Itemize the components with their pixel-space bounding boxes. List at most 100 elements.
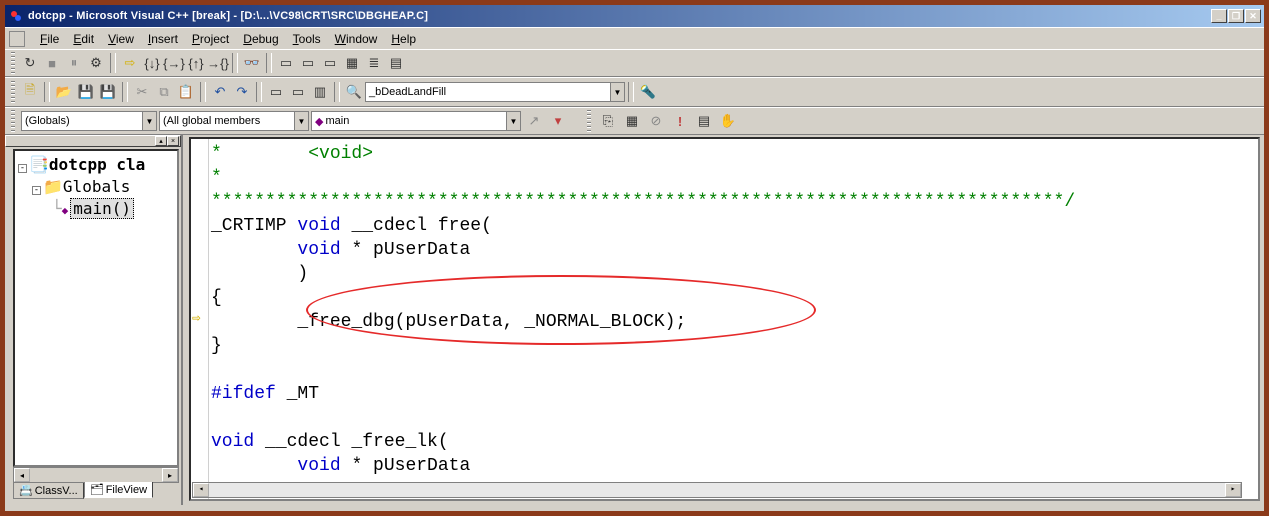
quickwatch-button[interactable]: 👓: [241, 52, 263, 74]
cut-button[interactable]: ✂: [131, 81, 153, 103]
dropdown-arrow-icon[interactable]: ▼: [610, 83, 624, 101]
member-icon: ◆: [315, 115, 323, 128]
tree-hscroll[interactable]: ◂ ▸: [13, 467, 179, 483]
editor-pane: ⇨ * <void> * ***************************…: [187, 135, 1264, 505]
tree-root[interactable]: -📑dotcpp cla: [18, 154, 177, 176]
break-button[interactable]: ⏸: [63, 52, 85, 74]
step-over-button[interactable]: {→}: [163, 52, 185, 74]
go-button[interactable]: ▤: [693, 110, 715, 132]
workspace-tabs: 📇ClassV... 🗂FileView: [13, 483, 179, 503]
menu-tools[interactable]: Tools: [286, 30, 328, 48]
tree-item-main[interactable]: └◆main(): [18, 198, 177, 222]
menu-project[interactable]: Project: [185, 30, 236, 48]
undo-button[interactable]: ↶: [209, 81, 231, 103]
menu-file[interactable]: File: [33, 30, 66, 48]
build-button[interactable]: ▦: [621, 110, 643, 132]
classview-icon: 📇: [19, 484, 33, 497]
menu-insert[interactable]: Insert: [141, 30, 185, 48]
close-button[interactable]: ✕: [1245, 9, 1261, 23]
find-text: _bDeadLandFill: [369, 86, 608, 98]
menu-window[interactable]: Window: [328, 30, 385, 48]
tab-fileview[interactable]: 🗂FileView: [84, 482, 153, 498]
show-next-button[interactable]: ⇨: [119, 52, 141, 74]
minimize-button[interactable]: _: [1211, 9, 1227, 23]
save-all-button[interactable]: 💾: [97, 81, 119, 103]
restart-debug-button[interactable]: ↻: [19, 52, 41, 74]
menu-edit[interactable]: Edit: [66, 30, 101, 48]
class-tree[interactable]: -📑dotcpp cla -📁Globals └◆main(): [13, 149, 179, 467]
toolbar-grip[interactable]: [11, 110, 15, 132]
maximize-button[interactable]: ❐: [1228, 9, 1244, 23]
tree-folder-globals[interactable]: -📁Globals: [18, 176, 177, 198]
pane-pin-icon[interactable]: ▴: [155, 136, 167, 146]
goto-button[interactable]: ↗: [523, 110, 545, 132]
scroll-right-icon[interactable]: ▸: [1225, 483, 1241, 497]
execute-button[interactable]: !: [669, 110, 691, 132]
class-combo-text: (Globals): [25, 115, 140, 127]
dropdown-arrow-icon[interactable]: ▼: [294, 112, 308, 130]
members-combo[interactable]: ◆ main ▼: [311, 111, 521, 131]
window-title: dotcpp - Microsoft Visual C++ [break] - …: [28, 10, 1211, 22]
actions-button[interactable]: ▾: [547, 110, 569, 132]
run-to-button[interactable]: →{}: [207, 52, 229, 74]
class-combo[interactable]: (Globals) ▼: [21, 111, 157, 131]
variables-window-button[interactable]: ▭: [297, 52, 319, 74]
titlebar: dotcpp - Microsoft Visual C++ [break] - …: [5, 5, 1264, 27]
copy-button[interactable]: ⧉: [153, 81, 175, 103]
mdi-icon[interactable]: [9, 31, 25, 47]
menu-help[interactable]: Help: [384, 30, 423, 48]
callstack-window-button[interactable]: ≣: [363, 52, 385, 74]
step-out-button[interactable]: {↑}: [185, 52, 207, 74]
memory-window-button[interactable]: ▦: [341, 52, 363, 74]
save-button[interactable]: 💾: [75, 81, 97, 103]
menu-view[interactable]: View: [101, 30, 141, 48]
toolbar-grip[interactable]: [11, 52, 15, 74]
editor-hscroll[interactable]: ◂ ▸: [192, 482, 1242, 498]
filter-combo-text: (All global members: [163, 115, 292, 127]
tree-item-label: main(): [70, 198, 134, 219]
dropdown-arrow-icon[interactable]: ▼: [142, 112, 156, 130]
fileview-icon: 🗂: [90, 483, 104, 496]
main-area: ▴ × -📑dotcpp cla -📁Globals └◆main() ◂ ▸ …: [5, 135, 1264, 505]
watch-window-button[interactable]: ▭: [275, 52, 297, 74]
menu-bar: File Edit View Insert Project Debug Tool…: [5, 27, 1264, 49]
pane-close-icon[interactable]: ×: [167, 136, 179, 146]
disasm-window-button[interactable]: ▤: [385, 52, 407, 74]
output-button[interactable]: ▭: [287, 81, 309, 103]
wizard-bar: (Globals) ▼ (All global members ▼ ◆ main…: [5, 107, 1264, 135]
dropdown-arrow-icon[interactable]: ▼: [506, 112, 520, 130]
tree-folder-label: Globals: [63, 177, 130, 196]
registers-window-button[interactable]: ▭: [319, 52, 341, 74]
standard-toolbar: 🗎 📂 💾 💾 ✂ ⧉ 📋 ↶ ↷ ▭ ▭ ▥ 🔍 _bDeadLandFill…: [5, 77, 1264, 107]
filter-combo[interactable]: (All global members ▼: [159, 111, 309, 131]
workspace-pane: ▴ × -📑dotcpp cla -📁Globals └◆main() ◂ ▸ …: [5, 135, 183, 505]
scroll-left-icon[interactable]: ◂: [14, 468, 30, 482]
tree-root-label: dotcpp cla: [49, 155, 145, 174]
scroll-left-icon[interactable]: ◂: [193, 483, 209, 497]
stop-debug-button[interactable]: ■: [41, 52, 63, 74]
redo-button[interactable]: ↷: [231, 81, 253, 103]
find-in-files-button[interactable]: 🔦: [637, 81, 659, 103]
step-into-button[interactable]: {↓}: [141, 52, 163, 74]
toolbar-grip[interactable]: [587, 110, 591, 132]
current-line-arrow-icon: ⇨: [192, 307, 200, 331]
open-button[interactable]: 📂: [53, 81, 75, 103]
apply-changes-button[interactable]: ⚙: [85, 52, 107, 74]
toolbar-grip[interactable]: [11, 81, 15, 103]
code-editor[interactable]: ⇨ * <void> * ***************************…: [189, 137, 1260, 501]
scroll-right-icon[interactable]: ▸: [162, 468, 178, 482]
breakpoint-button[interactable]: ✋: [717, 110, 739, 132]
pane-header: ▴ ×: [5, 135, 181, 147]
compile-button[interactable]: ⎘: [597, 110, 619, 132]
app-frame: dotcpp - Microsoft Visual C++ [break] - …: [0, 0, 1269, 516]
wnd-list-button[interactable]: ▥: [309, 81, 331, 103]
debug-toolbar: ↻ ■ ⏸ ⚙ ⇨ {↓} {→} {↑} →{} 👓 ▭ ▭ ▭ ▦ ≣ ▤: [5, 49, 1264, 77]
tab-classview[interactable]: 📇ClassV...: [13, 483, 84, 499]
menu-debug[interactable]: Debug: [236, 30, 285, 48]
find-combo[interactable]: _bDeadLandFill ▼: [365, 82, 625, 102]
workspace-button[interactable]: ▭: [265, 81, 287, 103]
paste-button[interactable]: 📋: [175, 81, 197, 103]
tab-label: ClassV...: [35, 485, 78, 497]
stop-build-button[interactable]: ⊘: [645, 110, 667, 132]
new-button[interactable]: 🗎: [19, 81, 41, 103]
